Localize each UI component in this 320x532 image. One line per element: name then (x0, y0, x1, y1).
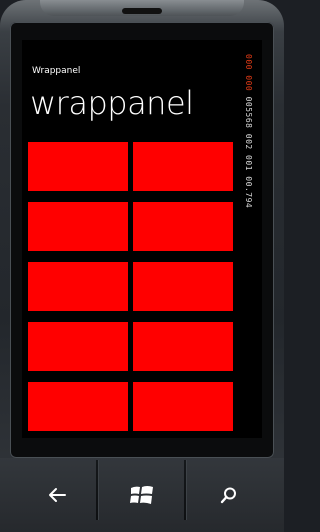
hardware-nav-bar (0, 458, 284, 532)
counter-line-2: 000 (244, 75, 253, 92)
tile-6[interactable] (133, 262, 233, 311)
app-title: Wrappanel (32, 66, 81, 76)
search-icon (220, 487, 236, 504)
tile-10[interactable] (133, 382, 233, 431)
app-screen: Wrappanel wrappanel 000 000 005568 002 0… (22, 40, 262, 438)
earpiece-speaker (122, 8, 162, 14)
start-button[interactable] (95, 458, 189, 532)
windows-logo-icon (130, 486, 153, 504)
tile-3[interactable] (28, 202, 128, 251)
tile-2[interactable] (133, 142, 233, 191)
tile-4[interactable] (133, 202, 233, 251)
back-button[interactable] (10, 458, 104, 532)
page-title: wrappanel (30, 84, 194, 122)
tile-5[interactable] (28, 262, 128, 311)
tile-1[interactable] (28, 142, 128, 191)
tile-7[interactable] (28, 322, 128, 371)
frame-rate-counter: 000 000 005568 002 001 00.794 (244, 54, 253, 208)
counter-line-3: 005568 002 001 00.794 (244, 96, 253, 209)
search-button[interactable] (182, 458, 276, 532)
back-arrow-icon (49, 488, 66, 502)
tile-8[interactable] (133, 322, 233, 371)
tile-9[interactable] (28, 382, 128, 431)
counter-line-1: 000 (244, 54, 253, 70)
